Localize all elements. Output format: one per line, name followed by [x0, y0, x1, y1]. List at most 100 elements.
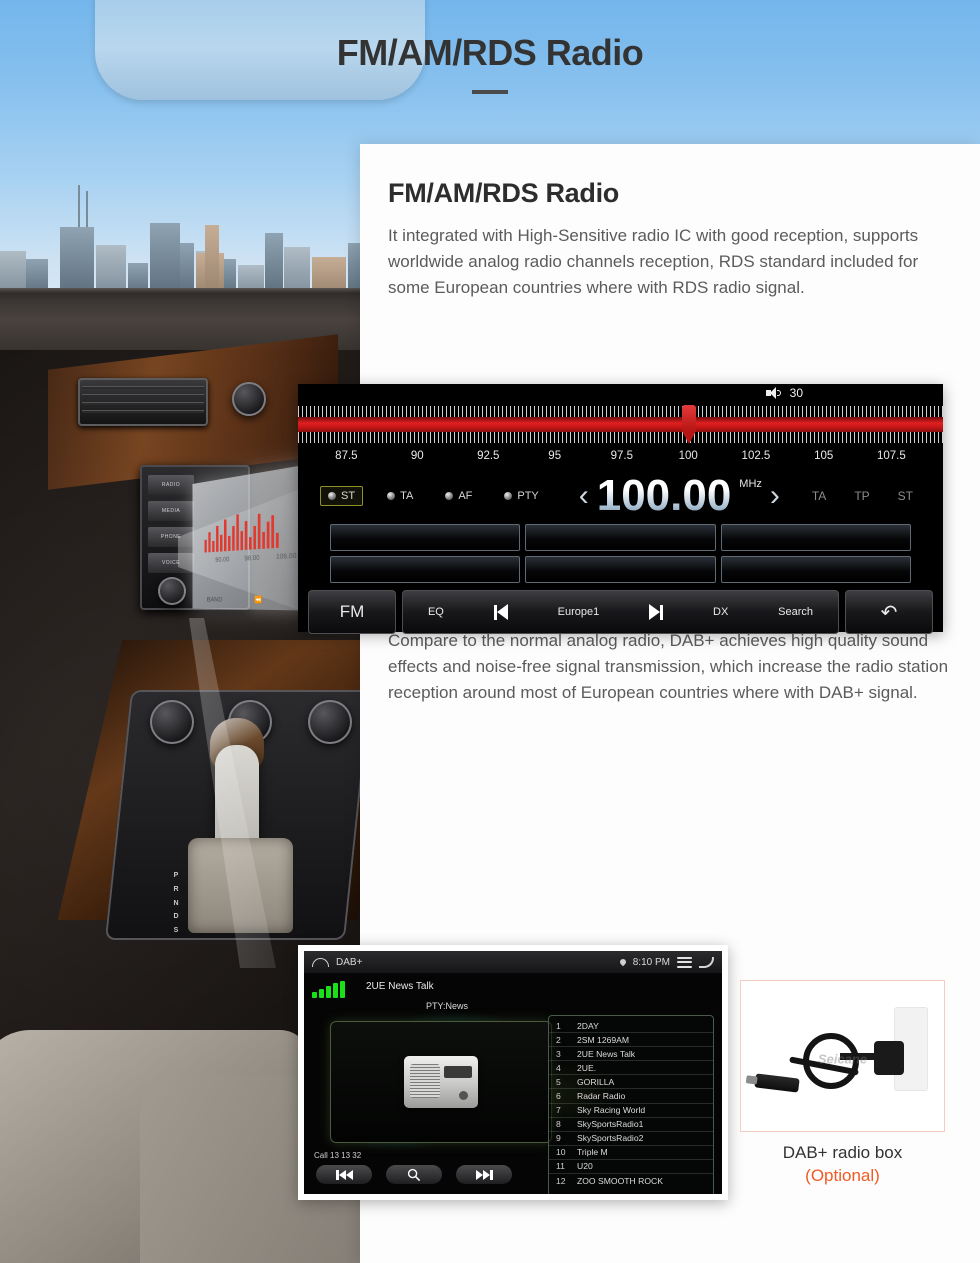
rds-label: PTY — [517, 490, 539, 502]
station-number: 2 — [556, 1034, 561, 1045]
dial-label: 100 — [678, 450, 698, 462]
dial-label: 90 — [410, 450, 424, 462]
vent-dial — [232, 382, 266, 416]
list-item[interactable]: 3 2UE News Talk — [549, 1047, 713, 1062]
fm-bottom-toolbar: FM EQ Europe1 DX Search ↶ — [298, 583, 943, 634]
status-flag-st: ST — [897, 489, 913, 503]
dash-band-label: BAND — [207, 596, 223, 603]
preset-slot[interactable] — [720, 556, 911, 583]
back-arrow-icon[interactable] — [699, 956, 714, 968]
tune-down-icon[interactable]: ‹ — [579, 481, 589, 511]
list-item[interactable]: 11 U20 — [549, 1160, 713, 1175]
search-button[interactable]: Search — [778, 606, 813, 618]
station-number: 5 — [556, 1076, 561, 1087]
dial-band — [298, 417, 943, 432]
antenna-block — [874, 1041, 904, 1075]
dial-label: 87.5 — [335, 450, 358, 462]
station-number: 1 — [556, 1020, 561, 1031]
preset-slot[interactable] — [525, 524, 716, 551]
section-fm: FM/AM/RDS Radio It integrated with High-… — [360, 144, 980, 300]
region-button[interactable]: Europe1 — [558, 606, 600, 618]
rds-button-ta[interactable]: TA — [379, 486, 421, 506]
dial-label: 95 — [548, 450, 562, 462]
list-item[interactable]: 4 2UE. — [549, 1061, 713, 1076]
dial-label: 107.5 — [877, 450, 906, 462]
preset-slot[interactable] — [330, 556, 521, 583]
indicator-dot-icon — [387, 492, 396, 500]
list-item[interactable]: 9 SkySportsRadio2 — [549, 1132, 713, 1146]
station-name: Sky Racing World — [577, 1105, 646, 1116]
dab-status-bar: DAB+ 8:10 PM — [304, 951, 722, 973]
dab-call-text: Call 13 13 32 — [314, 1151, 362, 1160]
signal-bars-icon — [312, 981, 345, 998]
radio-product-image — [404, 1056, 478, 1108]
station-number: 7 — [556, 1105, 561, 1116]
dab-next-button[interactable] — [456, 1165, 512, 1184]
dab-main: 2UE News Talk PTY:News Call 13 13 32 1 2… — [304, 973, 722, 1194]
rds-button-af[interactable]: AF — [437, 486, 480, 506]
previous-track-icon[interactable] — [493, 604, 508, 620]
page-header: FM/AM/RDS Radio — [0, 32, 980, 94]
preset-slot[interactable] — [330, 524, 521, 551]
frequency-dial[interactable] — [298, 405, 943, 450]
eq-button[interactable]: EQ — [428, 606, 444, 618]
back-button[interactable]: ↶ — [845, 590, 933, 634]
list-item[interactable]: 5 GORILLA — [549, 1075, 713, 1090]
dab-radio-screenshot: DAB+ 8:10 PM 2UE News Talk PTY:News Call… — [298, 945, 728, 1200]
dab-clock: 8:10 PM — [632, 956, 670, 968]
dab-title: DAB+ — [336, 956, 363, 968]
volume-knob — [158, 577, 186, 605]
station-number: 10 — [556, 1147, 566, 1158]
list-item[interactable]: 1 2DAY — [549, 1019, 713, 1034]
list-item[interactable]: 10 Triple M — [549, 1146, 713, 1160]
list-item[interactable]: 8 SkySportsRadio1 — [549, 1118, 713, 1132]
indicator-dot-icon — [504, 492, 513, 500]
climate-knob-right — [308, 700, 352, 744]
dial-cursor[interactable] — [681, 405, 696, 445]
station-name: SkySportsRadio2 — [577, 1133, 644, 1144]
dab-screen: DAB+ 8:10 PM 2UE News Talk PTY:News Call… — [304, 951, 722, 1194]
dab-station-list[interactable]: 1 2DAY 2 2SM 1269AM 3 2UE News Talk 4 2U… — [548, 1015, 714, 1194]
rds-label: ST — [341, 490, 356, 502]
next-track-icon[interactable] — [649, 604, 664, 620]
speaker-icon — [765, 387, 781, 399]
station-name: 2UE. — [577, 1062, 597, 1073]
home-icon[interactable] — [312, 957, 329, 967]
climate-knob-left — [150, 700, 194, 744]
dx-button[interactable]: DX — [713, 606, 728, 618]
preset-slot[interactable] — [720, 524, 911, 551]
list-item[interactable]: 12 ZOO SMOOTH ROCK — [549, 1174, 713, 1188]
dab-box-caption: DAB+ radio box — [782, 1143, 903, 1162]
station-name: U20 — [577, 1161, 593, 1172]
section-body-fm: It integrated with High-Sensitive radio … — [388, 226, 919, 297]
station-name: Triple M — [577, 1147, 608, 1158]
station-name: 2DAY — [577, 1020, 599, 1031]
dab-search-button[interactable] — [386, 1165, 442, 1184]
hamburger-menu-icon[interactable] — [677, 956, 692, 968]
dial-label: 92.5 — [477, 450, 500, 462]
section-body-dab: Compare to the normal analog radio, DAB+… — [388, 631, 949, 702]
title-underline — [472, 90, 508, 94]
list-item[interactable]: 2 2SM 1269AM — [549, 1033, 713, 1048]
status-flag-tp: TP — [854, 489, 870, 503]
dab-transport-controls — [316, 1165, 512, 1184]
station-number: 6 — [556, 1091, 561, 1102]
band-button[interactable]: FM — [308, 590, 396, 634]
station-number: 12 — [556, 1176, 566, 1187]
rds-button-st[interactable]: ST — [320, 486, 364, 506]
list-item[interactable]: 7 Sky Racing World — [549, 1104, 713, 1118]
list-item[interactable]: 6 Radar Radio — [549, 1089, 713, 1104]
city-skyline — [0, 175, 400, 295]
dab-previous-button[interactable] — [316, 1165, 372, 1184]
rds-button-pty[interactable]: PTY — [496, 486, 546, 506]
rds-label: AF — [458, 490, 473, 502]
indicator-dot-icon — [328, 492, 336, 500]
dash-scale-tick: 90.00 — [215, 556, 230, 564]
tune-up-icon[interactable]: › — [770, 481, 780, 511]
rds-label: TA — [400, 490, 414, 502]
dash-scale-tick: 106.00 — [275, 552, 297, 561]
search-icon — [407, 1168, 421, 1181]
preset-slot[interactable] — [525, 556, 716, 583]
next-track-icon — [475, 1169, 493, 1180]
station-number: 8 — [556, 1119, 561, 1130]
